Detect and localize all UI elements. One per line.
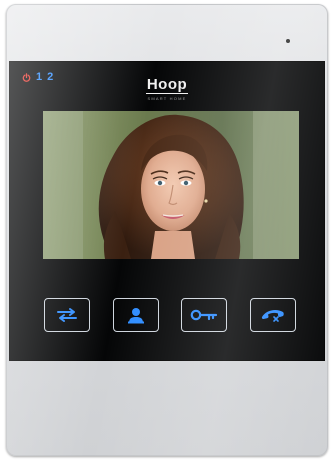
monitor-button[interactable]	[113, 298, 159, 332]
camera-lens	[286, 39, 290, 43]
unlock-button[interactable]	[181, 298, 227, 332]
key-icon	[190, 309, 218, 321]
transfer-button[interactable]	[44, 298, 90, 332]
brand-tagline: SMART HOME	[147, 96, 187, 101]
phone-hangup-icon	[261, 309, 284, 322]
brand-name: Hoop	[145, 76, 189, 94]
control-buttons	[44, 298, 300, 334]
brand-logo: Hoop SMART HOME	[9, 76, 325, 101]
intercom-monitor: 1 2 Hoop SMART HOME	[6, 4, 328, 456]
transfer-arrows-icon	[57, 308, 77, 322]
front-panel: 1 2 Hoop SMART HOME	[9, 61, 325, 361]
video-screen	[43, 111, 299, 259]
person-icon	[128, 308, 144, 324]
hangup-button[interactable]	[250, 298, 296, 332]
video-feed-image	[43, 111, 299, 259]
